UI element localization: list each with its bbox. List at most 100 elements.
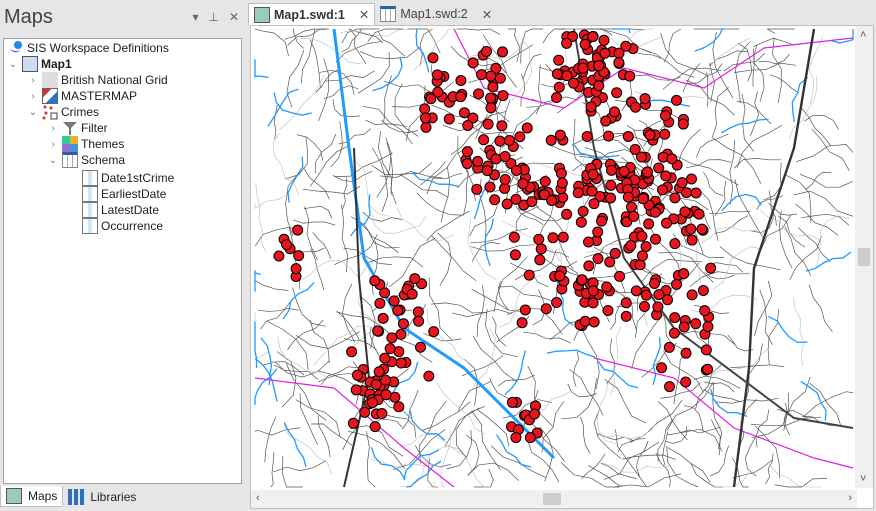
crime-marker[interactable] — [634, 259, 646, 271]
crime-marker[interactable] — [521, 122, 533, 134]
crime-marker[interactable] — [290, 263, 302, 275]
tree-map1[interactable]: ⌄ Map1 — [8, 56, 72, 72]
crime-marker[interactable] — [292, 224, 304, 236]
crime-marker[interactable] — [397, 318, 409, 330]
crime-marker[interactable] — [413, 315, 425, 327]
crime-marker[interactable] — [517, 178, 529, 190]
crime-marker[interactable] — [514, 131, 526, 143]
crime-marker[interactable] — [557, 231, 569, 243]
chevron-down-icon[interactable]: ⌄ — [48, 155, 58, 166]
crime-marker[interactable] — [494, 72, 506, 84]
crime-marker[interactable] — [666, 153, 678, 165]
panel-pin-button[interactable]: ⊥ — [208, 10, 218, 24]
crime-marker[interactable] — [506, 396, 518, 408]
crime-marker[interactable] — [555, 167, 567, 179]
crime-marker[interactable] — [663, 341, 675, 353]
crime-marker[interactable] — [602, 304, 614, 316]
crime-marker[interactable] — [577, 205, 589, 217]
crime-marker[interactable] — [524, 432, 536, 444]
crime-marker[interactable] — [510, 193, 522, 205]
crime-marker[interactable] — [628, 210, 640, 222]
crime-marker[interactable] — [485, 70, 497, 82]
crime-marker[interactable] — [376, 408, 388, 420]
crime-marker[interactable] — [599, 47, 611, 59]
crime-marker[interactable] — [427, 52, 439, 64]
crime-marker[interactable] — [625, 240, 637, 252]
crime-marker[interactable] — [369, 421, 381, 433]
crime-marker[interactable] — [380, 389, 392, 401]
crime-marker[interactable] — [575, 216, 587, 228]
crime-marker[interactable] — [547, 232, 559, 244]
tree-themes[interactable]: › Themes — [48, 136, 124, 152]
crime-marker[interactable] — [428, 326, 440, 338]
crime-marker[interactable] — [649, 233, 661, 245]
crime-marker[interactable] — [415, 341, 427, 353]
crime-marker[interactable] — [388, 295, 400, 307]
crime-marker[interactable] — [489, 194, 501, 206]
crime-marker[interactable] — [551, 297, 563, 309]
crime-marker[interactable] — [551, 68, 563, 80]
crime-marker[interactable] — [676, 177, 688, 189]
crime-marker[interactable] — [583, 236, 595, 248]
crime-marker[interactable] — [472, 155, 484, 167]
crime-marker[interactable] — [587, 168, 599, 180]
crime-marker[interactable] — [579, 38, 591, 50]
crime-marker[interactable] — [660, 170, 672, 182]
crime-marker[interactable] — [606, 164, 618, 176]
crime-marker[interactable] — [347, 417, 359, 429]
crime-marker[interactable] — [384, 343, 396, 355]
crime-marker[interactable] — [581, 130, 593, 142]
crime-marker[interactable] — [480, 45, 492, 57]
crime-marker[interactable] — [455, 91, 467, 103]
crime-marker[interactable] — [605, 192, 617, 204]
crime-marker[interactable] — [697, 284, 709, 296]
crime-marker[interactable] — [572, 187, 584, 199]
crime-marker[interactable] — [669, 238, 681, 250]
crime-marker[interactable] — [523, 269, 535, 281]
crime-marker[interactable] — [678, 268, 690, 280]
crime-marker[interactable] — [462, 119, 474, 131]
crime-marker[interactable] — [485, 92, 497, 104]
crime-marker[interactable] — [620, 297, 632, 309]
crime-marker[interactable] — [503, 134, 515, 146]
crime-marker[interactable] — [471, 183, 483, 195]
crime-marker[interactable] — [379, 352, 391, 364]
crime-marker[interactable] — [561, 37, 573, 49]
crime-marker[interactable] — [705, 262, 717, 274]
crime-marker[interactable] — [609, 247, 621, 259]
schema-field[interactable]: Date1stCrime — [82, 170, 174, 186]
crime-marker[interactable] — [622, 191, 634, 203]
crime-marker[interactable] — [485, 102, 497, 114]
crime-marker[interactable] — [482, 118, 494, 130]
crime-marker[interactable] — [443, 113, 455, 125]
crime-marker[interactable] — [526, 196, 538, 208]
vertical-scroll-thumb[interactable] — [858, 248, 870, 266]
crime-marker[interactable] — [669, 312, 681, 324]
crime-marker[interactable] — [431, 69, 443, 81]
crime-marker[interactable] — [680, 347, 692, 359]
crime-marker[interactable] — [540, 303, 552, 315]
crime-marker[interactable] — [639, 93, 651, 105]
crime-marker[interactable] — [412, 306, 424, 318]
crime-marker[interactable] — [386, 332, 398, 344]
crime-marker[interactable] — [690, 318, 702, 330]
crime-marker[interactable] — [420, 121, 432, 133]
crime-marker[interactable] — [587, 285, 599, 297]
crime-marker[interactable] — [528, 408, 540, 420]
crime-marker[interactable] — [478, 134, 490, 146]
crime-marker[interactable] — [553, 81, 565, 93]
panel-close-button[interactable]: ✕ — [229, 10, 239, 24]
crime-marker[interactable] — [680, 376, 692, 388]
crime-marker[interactable] — [624, 70, 636, 82]
crime-marker[interactable] — [476, 69, 488, 81]
crime-marker[interactable] — [273, 250, 285, 262]
crime-marker[interactable] — [373, 366, 385, 378]
crime-marker[interactable] — [553, 54, 565, 66]
crime-marker[interactable] — [481, 165, 493, 177]
crime-marker[interactable] — [622, 131, 634, 143]
crime-marker[interactable] — [690, 187, 702, 199]
horizontal-scroll-thumb[interactable] — [543, 493, 561, 505]
crime-marker[interactable] — [641, 166, 653, 178]
map-view[interactable]: ˄ ˅ ‹ › — [250, 25, 874, 509]
crime-marker[interactable] — [652, 301, 664, 313]
